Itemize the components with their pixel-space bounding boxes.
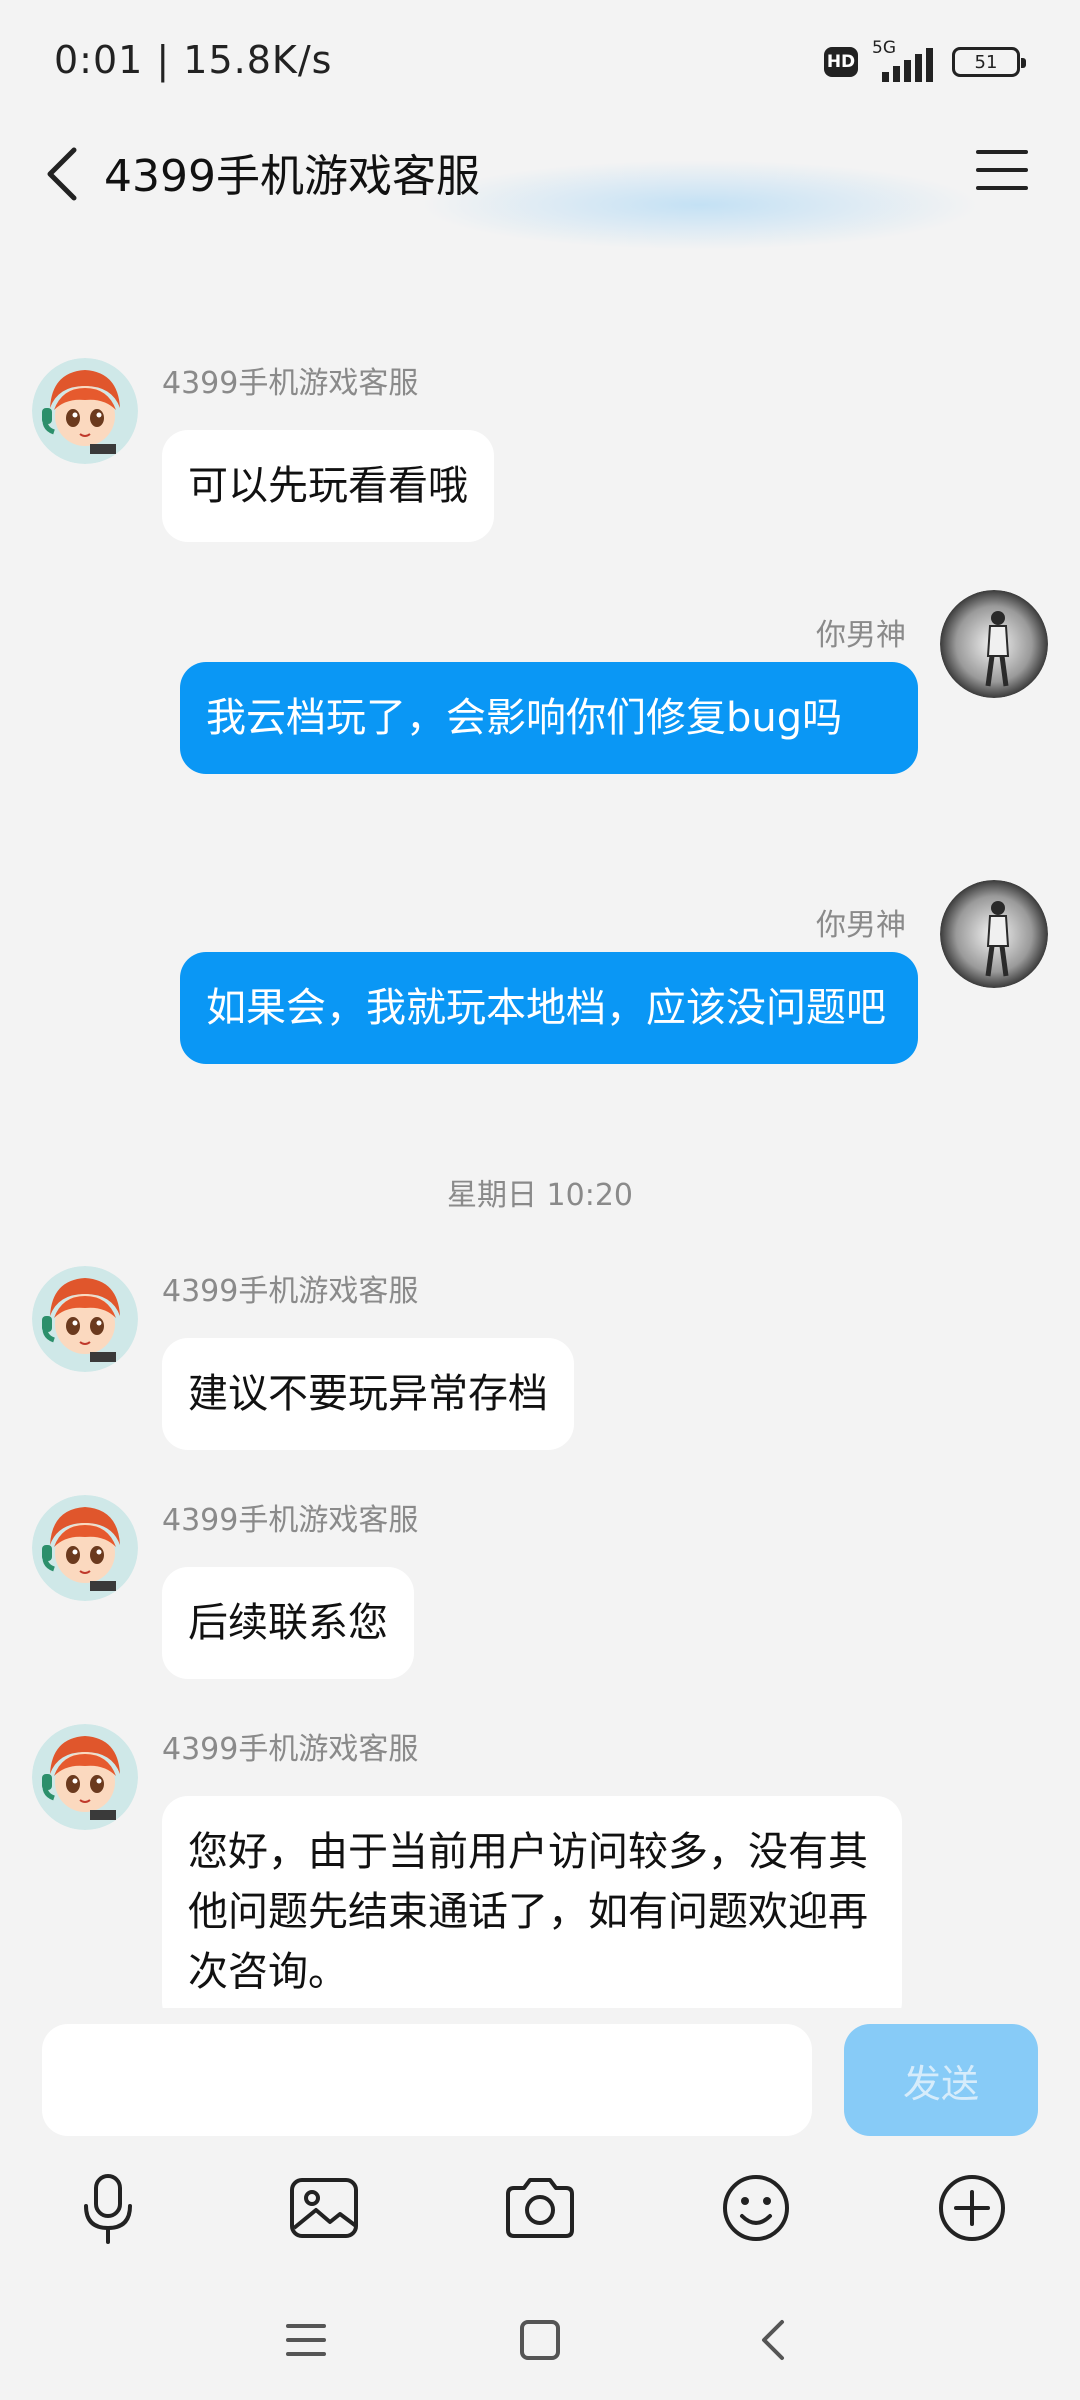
sender-name: 4399手机游戏客服	[162, 1732, 419, 1767]
battery-level: 51	[974, 51, 998, 73]
message-bubble[interactable]: 建议不要玩异常存档	[162, 1338, 574, 1450]
menu-icon[interactable]	[974, 142, 1030, 198]
avatar[interactable]	[940, 880, 1048, 988]
avatar[interactable]	[32, 358, 138, 464]
sender-name: 4399手机游戏客服	[162, 1503, 419, 1538]
status-time: 0:01 | 15.8K/s	[54, 38, 333, 82]
plus-icon[interactable]	[932, 2168, 1012, 2248]
back-nav-icon[interactable]	[744, 2310, 804, 2370]
avatar[interactable]	[32, 1724, 138, 1830]
avatar[interactable]	[940, 590, 1048, 698]
message-incoming: 4399手机游戏客服 建议不要玩异常存档	[0, 1266, 1080, 1466]
message-incoming: 4399手机游戏客服 后续联系您	[0, 1495, 1080, 1695]
message-timestamp: 星期日 10:20	[447, 1178, 633, 1213]
sender-name: 你男神	[816, 618, 906, 653]
message-outgoing: 你男神 我云档玩了，会影响你们修复bug吗	[0, 590, 1080, 840]
chat-list[interactable]: 4399手机游戏客服 可以先玩看看哦 你男神 我云档玩了，会影响你们修复bug吗	[0, 230, 1080, 2008]
message-bubble[interactable]: 我云档玩了，会影响你们修复bug吗	[180, 662, 918, 774]
avatar[interactable]	[32, 1495, 138, 1601]
sender-name: 你男神	[816, 908, 906, 943]
battery-icon: 51	[952, 47, 1026, 77]
send-button[interactable]: 发送	[844, 2024, 1038, 2136]
message-bubble[interactable]: 您好，由于当前用户访问较多，没有其他问题先结束通话了，如有问题欢迎再次咨询。	[162, 1796, 902, 2008]
camera-icon[interactable]	[500, 2168, 580, 2248]
sender-name: 4399手机游戏客服	[162, 1274, 419, 1309]
status-icons: HD 5G 51	[824, 38, 1026, 82]
emoji-icon[interactable]	[716, 2168, 796, 2248]
message-incoming: 4399手机游戏客服 您好，由于当前用户访问较多，没有其他问题先结束通话了，如有…	[0, 1724, 1080, 2008]
hd-icon: HD	[824, 47, 858, 77]
back-icon[interactable]	[36, 134, 96, 214]
avatar[interactable]	[32, 1266, 138, 1372]
message-bubble[interactable]: 可以先玩看看哦	[162, 430, 494, 542]
message-input[interactable]	[42, 2024, 812, 2136]
message-bubble[interactable]: 如果会，我就玩本地档，应该没问题吧	[180, 952, 918, 1064]
image-icon[interactable]	[284, 2168, 364, 2248]
message-outgoing: 你男神 如果会，我就玩本地档，应该没问题吧	[0, 880, 1080, 1130]
chat-header: 4399手机游戏客服	[0, 120, 1080, 250]
message-incoming: 4399手机游戏客服 可以先玩看看哦	[0, 230, 1080, 550]
sender-name: 4399手机游戏客服	[162, 366, 419, 401]
recent-apps-icon[interactable]	[276, 2310, 336, 2370]
message-bubble[interactable]: 后续联系您	[162, 1567, 414, 1679]
home-icon[interactable]	[510, 2310, 570, 2370]
status-bar: 0:01 | 15.8K/s HD 5G 51	[0, 0, 1080, 120]
signal-icon: 5G	[872, 38, 938, 82]
page-title: 4399手机游戏客服	[104, 151, 480, 202]
microphone-icon[interactable]	[68, 2168, 148, 2248]
